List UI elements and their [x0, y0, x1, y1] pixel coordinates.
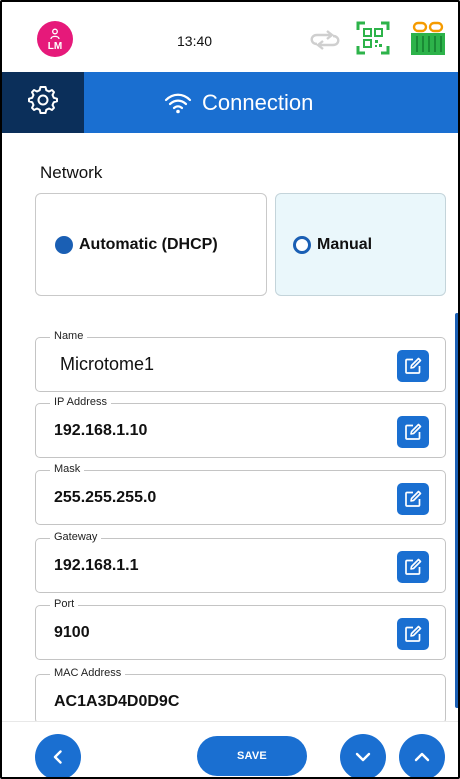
edit-ip-address-button[interactable]	[397, 416, 429, 448]
edit-icon	[405, 558, 422, 575]
mask-field: Mask 255.255.255.0	[35, 463, 446, 525]
field-value: 255.255.255.0	[54, 489, 157, 506]
scroll-down-button[interactable]	[340, 734, 386, 777]
network-option-automatic[interactable]: Automatic (DHCP)	[35, 193, 267, 296]
edit-gateway-button[interactable]	[397, 551, 429, 583]
field-value: 192.168.1.1	[54, 557, 139, 574]
port-field: Port 9100	[35, 598, 446, 660]
wifi-icon	[164, 92, 192, 114]
field-label: Name	[50, 330, 88, 342]
scrollbar[interactable]	[455, 313, 458, 708]
user-icon	[49, 28, 61, 41]
radio-selected-icon	[55, 235, 73, 254]
status-bar: LM 13:40	[2, 2, 458, 72]
field-label: Gateway	[50, 531, 102, 543]
edit-mask-button[interactable]	[397, 483, 429, 515]
app-frame: LM 13:40 Connection Network Automatic (D…	[0, 0, 460, 779]
qr-code-icon[interactable]	[356, 21, 390, 60]
field-label: Port	[50, 598, 79, 610]
field-value: 9100	[54, 624, 90, 641]
chevron-up-icon	[414, 752, 430, 762]
gateway-field: Gateway 192.168.1.1	[35, 531, 446, 593]
page-title-text: Connection	[202, 89, 314, 115]
field-label: Mask	[50, 463, 85, 475]
network-section-label: Network	[40, 163, 103, 182]
chevron-left-icon	[53, 750, 62, 764]
name-field: Name Microtome1	[35, 330, 446, 392]
field-label: IP Address	[50, 396, 111, 408]
back-button[interactable]	[35, 734, 81, 777]
cassette-icon[interactable]	[410, 21, 446, 62]
network-option-label: Automatic (DHCP)	[79, 235, 218, 253]
scroll-up-button[interactable]	[399, 734, 445, 777]
field-label: MAC Address	[50, 667, 126, 679]
edit-name-button[interactable]	[397, 350, 429, 382]
header-bar: Connection	[2, 72, 458, 133]
edit-icon	[405, 423, 422, 440]
edit-icon	[405, 490, 422, 507]
user-avatar[interactable]: LM	[37, 21, 73, 57]
sync-icon	[308, 29, 342, 56]
radio-unselected-icon	[293, 235, 311, 254]
page-title: Connection	[164, 72, 313, 133]
field-value: AC1A3D4D0D9C	[54, 693, 180, 710]
network-option-manual[interactable]: Manual	[275, 193, 446, 296]
field-value: 192.168.1.10	[54, 422, 148, 439]
chevron-down-icon	[355, 752, 371, 762]
user-initials: LM	[47, 40, 63, 52]
ip-address-field: IP Address 192.168.1.10	[35, 396, 446, 458]
mac-address-field: MAC Address AC1A3D4D0D9C	[35, 667, 446, 724]
edit-port-button[interactable]	[397, 618, 429, 650]
save-button[interactable]: SAVE	[197, 736, 307, 776]
edit-icon	[405, 625, 422, 642]
network-option-label: Manual	[317, 235, 373, 253]
gear-icon	[28, 85, 58, 120]
clock-time: 13:40	[177, 33, 213, 49]
field-value: Microtome1	[60, 354, 155, 374]
edit-icon	[405, 357, 422, 374]
bottom-bar: SAVE	[2, 721, 458, 777]
settings-button[interactable]	[2, 72, 84, 133]
